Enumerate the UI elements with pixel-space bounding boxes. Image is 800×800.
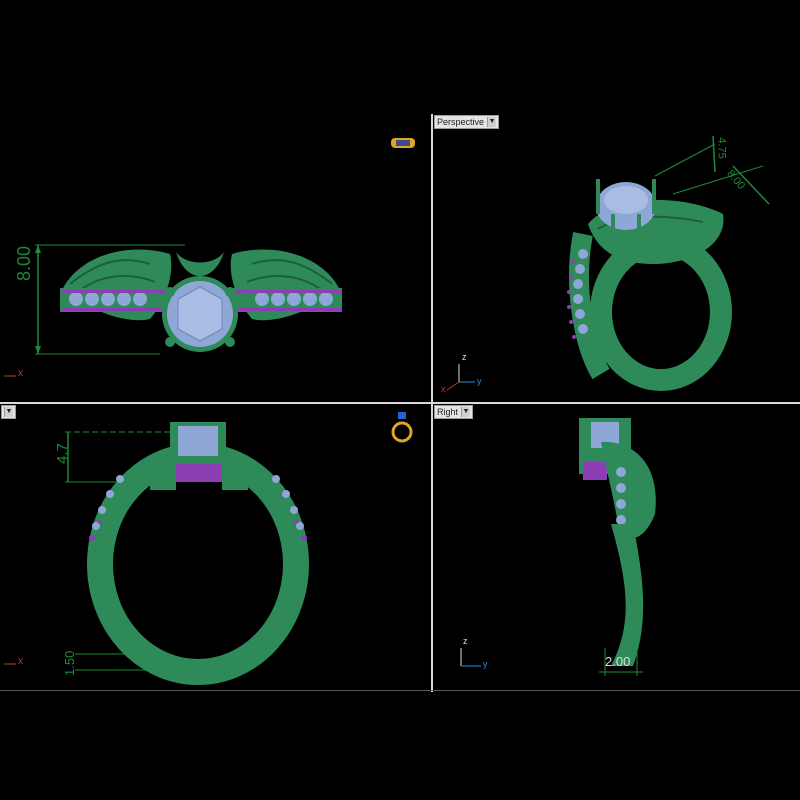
right-dimension-label: 2.00: [605, 654, 631, 669]
axis-y-label: y: [477, 376, 482, 386]
perspective-dim-a: 4.75: [715, 137, 728, 159]
viewport-perspective[interactable]: Perspective ▼ 4.75 8.00 z x y: [433, 114, 800, 402]
axis-x-label: x: [441, 384, 446, 394]
ring-side-icon[interactable]: [388, 410, 416, 446]
top-dimension-label: 8.00: [14, 245, 34, 281]
axis-z-label: z: [462, 352, 467, 362]
viewport-right[interactable]: Right ▼ 2.00 z y: [433, 404, 800, 690]
axis-x-label: x: [18, 368, 23, 379]
front-dim-b: 1.50: [62, 650, 77, 676]
viewport-front[interactable]: ▼ 4.7 1.50 x: [0, 404, 431, 690]
axis-y-label: y: [483, 659, 488, 669]
viewport-bottom-border: [0, 690, 800, 691]
axis-x-label: x: [18, 656, 23, 667]
viewport-top[interactable]: 8.00 x: [0, 114, 431, 402]
front-dim-a: 4.7: [54, 443, 71, 464]
ring-top-view: [4, 138, 415, 377]
axis-z-label: z: [463, 636, 468, 646]
ring-right-view: [460, 418, 656, 676]
ring-perspective-view: [446, 135, 770, 391]
ring-top-icon[interactable]: [389, 136, 417, 150]
